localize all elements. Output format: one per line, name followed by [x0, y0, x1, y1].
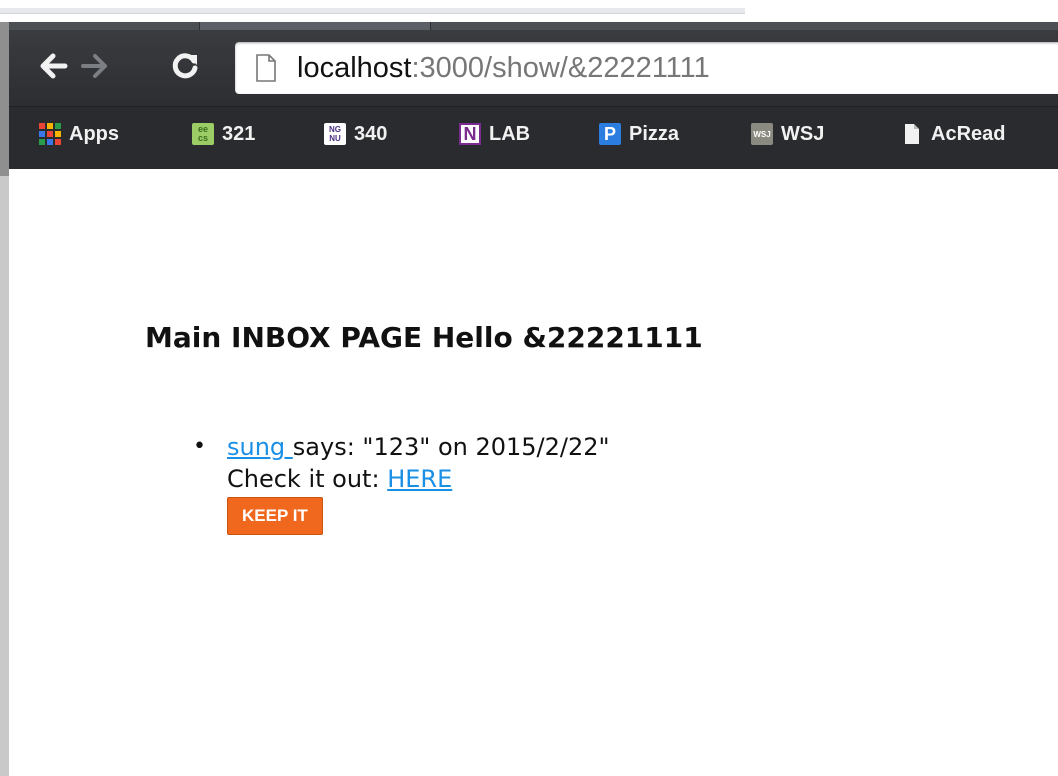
bookmarks-bar: Apps ee cs 321 NG NU 340 N LAB P Pizza WSJ…: [9, 106, 1058, 169]
bookmark-acread[interactable]: AcRead: [901, 119, 1005, 149]
bookmark-340[interactable]: NG NU 340: [324, 119, 387, 149]
check-prefix: Check it out:: [227, 465, 388, 493]
message-text: says: "123" on 2015/2/22": [292, 433, 610, 461]
active-tab[interactable]: [199, 22, 431, 30]
pandora-icon: P: [599, 123, 621, 145]
address-bar[interactable]: localhost:3000/show/&22221111: [235, 42, 1058, 94]
list-item: • sung says: "123" on 2015/2/22" Check i…: [187, 431, 610, 535]
top-strip-line: [0, 8, 745, 14]
bookmark-label: Apps: [69, 122, 119, 145]
check-line: Check it out: HERE: [227, 463, 610, 495]
back-button[interactable]: [33, 46, 73, 86]
bookmark-label: Pizza: [629, 122, 680, 145]
onenote-icon: N: [459, 123, 481, 145]
page-title: Main INBOX PAGE Hello &22221111: [145, 321, 703, 354]
bookmark-label: 340: [354, 122, 388, 145]
sender-link[interactable]: sung: [227, 433, 293, 461]
bookmark-apps[interactable]: Apps: [39, 119, 119, 149]
screenshot-top-strip: [0, 0, 1058, 22]
message-line: sung says: "123" on 2015/2/22": [227, 431, 610, 463]
url-path: :3000/show/&22221111: [411, 52, 710, 84]
browser-window: localhost:3000/show/&22221111 Apps ee cs …: [9, 22, 1058, 776]
bullet-icon: •: [193, 434, 206, 459]
tab-strip: [9, 22, 1058, 30]
bookmark-label: 321: [222, 122, 256, 145]
forward-button[interactable]: [75, 46, 115, 86]
ngnu-icon: NG NU: [324, 123, 346, 145]
bookmark-label: AcRead: [931, 122, 1006, 145]
page-content: Main INBOX PAGE Hello &22221111 • sung s…: [9, 169, 1058, 776]
here-link[interactable]: HERE: [387, 465, 452, 493]
page-icon: [901, 123, 923, 145]
url-text[interactable]: localhost:3000/show/&22221111: [297, 52, 710, 84]
page-icon: [256, 54, 276, 82]
bookmark-label: WSJ: [781, 122, 825, 145]
wsj-icon: WSJ: [751, 123, 773, 145]
bookmark-pizza[interactable]: P Pizza: [599, 119, 679, 149]
bookmark-label: LAB: [489, 122, 531, 145]
bookmark-321[interactable]: ee cs 321: [192, 119, 255, 149]
url-host: localhost: [297, 52, 412, 84]
keep-it-button[interactable]: KEEP IT: [227, 497, 323, 535]
inbox-list: • sung says: "123" on 2015/2/22" Check i…: [187, 431, 610, 535]
forward-arrow-icon: [81, 54, 107, 78]
bookmark-lab[interactable]: N LAB: [459, 119, 530, 149]
reload-icon: [172, 53, 198, 79]
button-line: KEEP IT: [227, 495, 610, 535]
apps-grid-icon: [39, 123, 61, 145]
left-window-edge-dark: [0, 22, 9, 176]
back-arrow-icon: [40, 53, 68, 79]
browser-toolbar: localhost:3000/show/&22221111: [9, 30, 1058, 114]
bookmark-wsj[interactable]: WSJ WSJ: [751, 119, 824, 149]
reload-button[interactable]: [165, 46, 205, 86]
eecs-icon: ee cs: [192, 123, 214, 145]
